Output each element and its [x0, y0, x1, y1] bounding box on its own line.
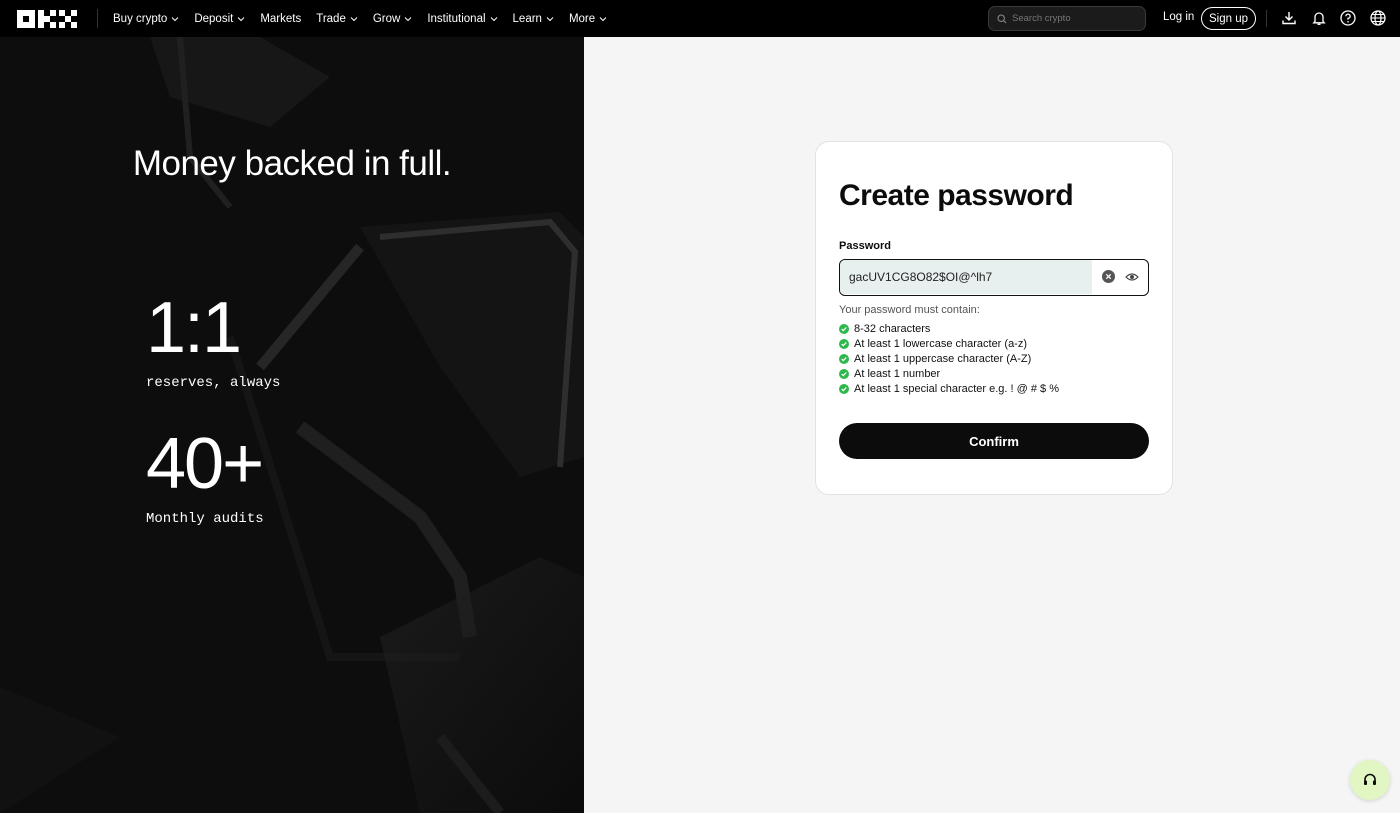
- password-rule-text: At least 1 number: [854, 367, 941, 380]
- confirm-button[interactable]: Confirm: [839, 423, 1149, 459]
- nav-item-institutional[interactable]: Institutional: [427, 13, 497, 25]
- nav-item-label: Institutional: [427, 12, 486, 25]
- password-rule-text: 8-32 characters: [854, 322, 931, 335]
- nav-item-label: Trade: [316, 12, 346, 25]
- check-circle-icon: [839, 338, 849, 349]
- hero-panel: Money backed in full. 1:1 reserves, alwa…: [0, 37, 584, 813]
- nav-item-label: Deposit: [194, 12, 234, 25]
- nav-item-trade[interactable]: Trade: [316, 13, 358, 25]
- chevron-down-icon: [350, 16, 358, 21]
- check-circle-icon: [839, 323, 849, 334]
- nav-item-label: Grow: [372, 12, 401, 25]
- password-field-wrapper: [839, 259, 1149, 296]
- nav-item-label: Buy crypto: [113, 12, 168, 25]
- top-nav: Buy crypto Deposit Markets Trade Grow In…: [0, 0, 1400, 37]
- check-circle-icon: [839, 353, 849, 364]
- search-icon: [997, 13, 1007, 23]
- nav-item-more[interactable]: More: [569, 13, 607, 25]
- password-rule-item: 8-32 characters: [839, 321, 1059, 336]
- stat-audits-label: Monthly audits: [146, 511, 264, 527]
- nav-item-label: Markets: [260, 12, 302, 25]
- okx-logo-icon[interactable]: [17, 10, 77, 28]
- nav-item-deposit[interactable]: Deposit: [194, 13, 245, 25]
- create-password-card: Create password Password Your password m…: [815, 141, 1173, 495]
- hero-title: Money backed in full.: [132, 144, 452, 183]
- password-rule-item: At least 1 special character e.g. ! @ # …: [839, 381, 1059, 396]
- nav-divider: [97, 9, 98, 28]
- chevron-down-icon: [490, 16, 497, 21]
- chevron-down-icon: [171, 16, 179, 21]
- bell-icon[interactable]: [1310, 9, 1328, 27]
- password-rules-list: 8-32 characters At least 1 lowercase cha…: [839, 321, 1059, 396]
- signup-button[interactable]: Sign up: [1201, 7, 1257, 30]
- chevron-down-icon: [599, 16, 607, 21]
- login-link[interactable]: Log in: [1163, 11, 1194, 23]
- download-icon[interactable]: [1280, 9, 1298, 27]
- search-box[interactable]: [988, 6, 1146, 31]
- password-input[interactable]: [840, 260, 1092, 294]
- page-title: Create password: [839, 179, 1074, 212]
- nav-item-grow[interactable]: Grow: [373, 13, 412, 25]
- stat-ratio-label: reserves, always: [146, 375, 281, 391]
- password-label: Password: [839, 240, 891, 252]
- globe-icon[interactable]: [1369, 9, 1387, 27]
- nav-item-learn[interactable]: Learn: [513, 13, 554, 25]
- chevron-down-icon: [404, 16, 412, 21]
- password-rule-item: At least 1 number: [839, 366, 1059, 381]
- check-circle-icon: [839, 383, 849, 394]
- clear-icon[interactable]: [1102, 270, 1115, 283]
- help-icon[interactable]: [1339, 9, 1357, 27]
- headset-icon: [1364, 773, 1376, 785]
- nav-item-label: Learn: [512, 12, 542, 25]
- nav-menu: Buy crypto Deposit Markets Trade Grow In…: [113, 0, 622, 37]
- nav-item-buy-crypto[interactable]: Buy crypto: [113, 13, 179, 25]
- password-rule-text: At least 1 lowercase character (a-z): [854, 337, 1028, 350]
- password-rules-heading: Your password must contain:: [839, 304, 980, 316]
- stat-ratio-value: 1:1: [146, 288, 242, 368]
- check-circle-icon: [839, 368, 849, 379]
- nav-item-label: More: [568, 12, 596, 25]
- nav-divider: [1266, 10, 1267, 27]
- nav-item-markets[interactable]: Markets: [260, 13, 301, 25]
- search-input[interactable]: [1012, 13, 1142, 24]
- eye-icon[interactable]: [1125, 270, 1139, 284]
- password-rule-text: At least 1 uppercase character (A-Z): [854, 352, 1032, 365]
- stat-audits-value: 40+: [146, 424, 264, 504]
- chevron-down-icon: [546, 16, 554, 21]
- password-rule-text: At least 1 special character e.g. ! @ # …: [854, 382, 1059, 395]
- chevron-down-icon: [237, 16, 245, 21]
- support-chat-button[interactable]: [1350, 760, 1390, 800]
- password-rule-item: At least 1 lowercase character (a-z): [839, 336, 1059, 351]
- password-rule-item: At least 1 uppercase character (A-Z): [839, 351, 1059, 366]
